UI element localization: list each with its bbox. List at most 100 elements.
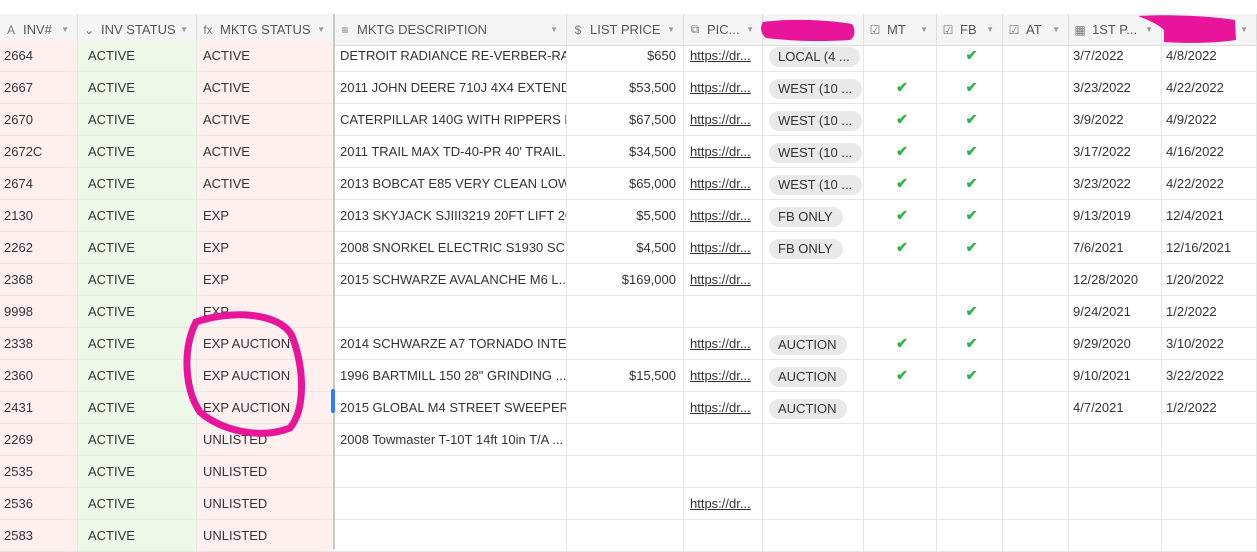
cell-first[interactable]: 12/28/2020 [1069,264,1162,295]
picture-link[interactable]: https://dr... [688,48,751,63]
chevron-down-icon[interactable]: ▼ [317,25,325,34]
cell-fb[interactable] [937,488,1003,519]
cell-first[interactable]: 3/7/2022 [1069,40,1162,71]
cell-market[interactable]: AUCTION [763,328,864,359]
table-row[interactable]: 2360 ACTIVE EXP AUCTION 1996 BARTMILL 150 2… [0,360,1257,392]
cell-mktg-status[interactable]: EXP AUCTION [197,328,334,359]
cell-desc[interactable]: DETROIT RADIANCE RE-VERBER-RAY... [334,40,567,71]
cell-pic[interactable]: https://dr... [684,264,763,295]
cell-pic[interactable]: https://dr... [684,104,763,135]
cell-desc[interactable]: 2013 BOBCAT E85 VERY CLEAN LOW... [334,168,567,199]
cell-first[interactable] [1069,520,1162,551]
cell-inv[interactable]: 2269 [0,424,78,455]
cell-inv-status[interactable]: ACTIVE [78,104,197,135]
checkmark-icon[interactable]: ✔ [868,328,936,359]
table-row[interactable]: 2535 ACTIVE UNLISTED [0,456,1257,488]
cell-pic[interactable]: https://dr... [684,232,763,263]
cell-pic[interactable]: https://dr... [684,168,763,199]
cell-mktg-status[interactable]: ACTIVE [197,40,334,71]
cell-desc[interactable]: 2008 Towmaster T-10T 14ft 10in T/A ... [334,424,567,455]
cell-inv-status[interactable]: ACTIVE [78,456,197,487]
cell-fb[interactable]: ✔ [937,104,1003,135]
table-row[interactable]: 2536 ACTIVE UNLISTED https://dr... [0,488,1257,520]
cell-inv[interactable]: 2664 [0,40,78,71]
cell-pic[interactable]: https://dr... [684,328,763,359]
cell-desc[interactable]: 2011 JOHN DEERE 710J 4X4 EXTEND... [334,72,567,103]
cell-fb[interactable]: ✔ [937,168,1003,199]
cell-mt[interactable] [864,40,937,71]
cell-at[interactable] [1003,72,1069,103]
cell-inv[interactable]: 2670 [0,104,78,135]
cell-exp[interactable]: 4/22/2022 [1162,72,1257,103]
picture-link[interactable]: https://dr... [688,496,751,511]
cell-market[interactable]: AUCTION [763,360,864,391]
cell-desc[interactable] [334,296,567,327]
checkmark-icon[interactable]: ✔ [868,200,936,231]
cell-market[interactable] [763,264,864,295]
cell-mt[interactable] [864,296,937,327]
cell-pic[interactable]: https://dr... [684,360,763,391]
cell-desc[interactable]: 2013 SKYJACK SJIII3219 20FT LIFT 20... [334,200,567,231]
picture-link[interactable]: https://dr... [688,112,751,127]
cell-inv[interactable]: 2674 [0,168,78,199]
cell-price[interactable]: $15,500 [567,360,684,391]
cell-market[interactable] [763,520,864,551]
cell-inv[interactable]: 2667 [0,72,78,103]
cell-exp[interactable]: 12/16/2021 [1162,232,1257,263]
cell-fb[interactable]: ✔ [937,296,1003,327]
cell-inv[interactable]: 2368 [0,264,78,295]
cell-market[interactable]: FB ONLY [763,200,864,231]
cell-market[interactable] [763,296,864,327]
checkmark-icon[interactable]: ✔ [941,72,1002,103]
cell-exp[interactable]: 4/9/2022 [1162,104,1257,135]
cell-exp[interactable]: 4/8/2022 [1162,40,1257,71]
cell-first[interactable]: 4/7/2021 [1069,392,1162,423]
cell-first[interactable]: 9/13/2019 [1069,200,1162,231]
cell-market[interactable]: WEST (10 ... [763,168,864,199]
checkmark-icon[interactable]: ✔ [868,72,936,103]
cell-mktg-status[interactable]: UNLISTED [197,520,334,551]
cell-pic[interactable]: https://dr... [684,200,763,231]
picture-link[interactable]: https://dr... [688,208,751,223]
cell-fb[interactable] [937,392,1003,423]
cell-inv[interactable]: 2338 [0,328,78,359]
chevron-down-icon[interactable]: ▼ [61,25,69,34]
cell-fb[interactable]: ✔ [937,232,1003,263]
cell-pic[interactable]: https://dr... [684,40,763,71]
cell-desc[interactable]: 2015 GLOBAL M4 STREET SWEEPER ... [334,392,567,423]
chevron-down-icon[interactable]: ▼ [746,25,754,34]
checkmark-icon[interactable]: ✔ [868,168,936,199]
cell-inv-status[interactable]: ACTIVE [78,296,197,327]
cell-first[interactable]: 7/6/2021 [1069,232,1162,263]
cell-at[interactable] [1003,360,1069,391]
cell-pic[interactable] [684,424,763,455]
table-row[interactable]: 2262 ACTIVE EXP 2008 SNORKEL ELECTRIC S1930… [0,232,1257,264]
cell-first[interactable] [1069,424,1162,455]
cell-inv-status[interactable]: ACTIVE [78,232,197,263]
cell-exp[interactable]: 1/2/2022 [1162,392,1257,423]
checkmark-icon[interactable]: ✔ [868,360,936,391]
cell-inv[interactable]: 9998 [0,296,78,327]
cell-market[interactable] [763,424,864,455]
cell-first[interactable]: 3/23/2022 [1069,168,1162,199]
cell-inv[interactable]: 2130 [0,200,78,231]
cell-price[interactable] [567,328,684,359]
cell-inv[interactable]: 2262 [0,232,78,263]
picture-link[interactable]: https://dr... [688,144,751,159]
cell-pic[interactable]: https://dr... [684,392,763,423]
table-row[interactable]: 2672C ACTIVE ACTIVE 2011 TRAIL MAX TD-40-PR… [0,136,1257,168]
cell-mt[interactable] [864,392,937,423]
cell-mt[interactable]: ✔ [864,360,937,391]
cell-at[interactable] [1003,232,1069,263]
picture-link[interactable]: https://dr... [688,272,751,287]
cell-inv-status[interactable]: ACTIVE [78,264,197,295]
cell-desc[interactable]: 2014 SCHWARZE A7 TORNADO INTE... [334,328,567,359]
table-row[interactable]: 9998 ACTIVE EXP ✔ 9/24/2021 1/2/2022 [0,296,1257,328]
chevron-down-icon[interactable]: ▼ [550,25,558,34]
cell-desc[interactable]: 2011 TRAIL MAX TD-40-PR 40' TRAIL... [334,136,567,167]
cell-first[interactable]: 9/29/2020 [1069,328,1162,359]
cell-inv-status[interactable]: ACTIVE [78,72,197,103]
picture-link[interactable]: https://dr... [688,176,751,191]
checkmark-icon[interactable]: ✔ [941,168,1002,199]
cell-mktg-status[interactable]: EXP [197,264,334,295]
